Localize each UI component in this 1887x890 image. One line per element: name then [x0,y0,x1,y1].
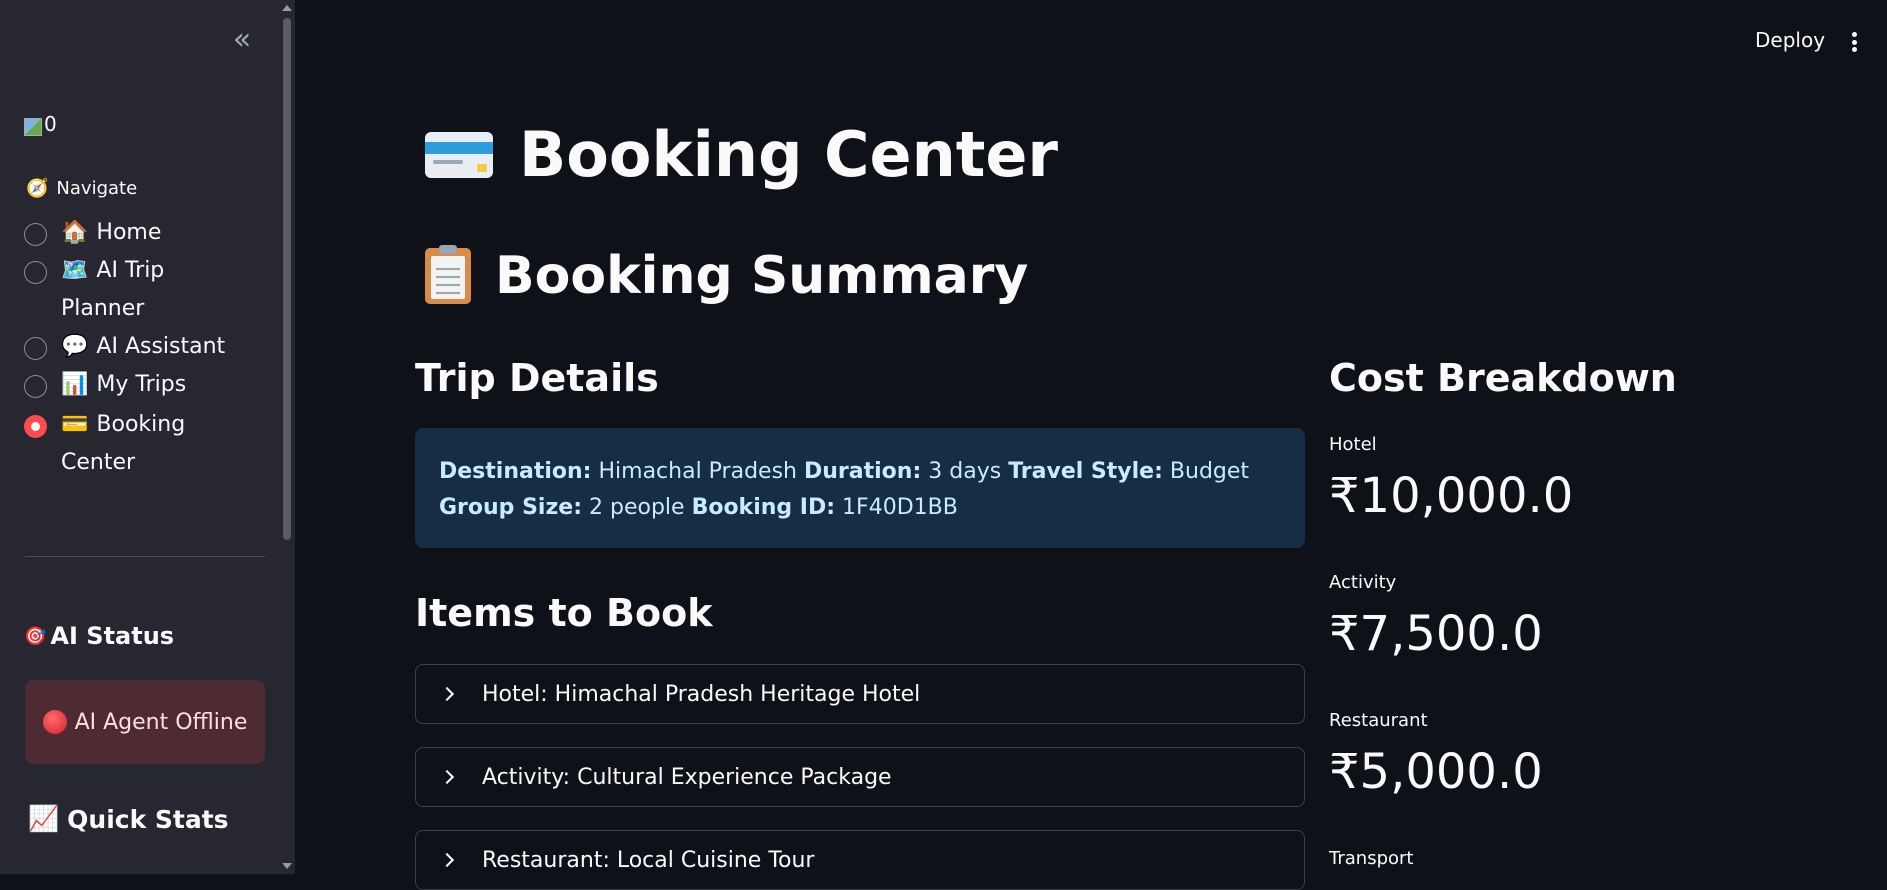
ai-offline-alert: AI Agent Offline [25,680,265,764]
quick-stats-heading: 📈 Quick Stats [28,804,229,834]
nav-item-label: Home [96,220,162,245]
nav-item-booking-center[interactable]: 💳 Booking Center [24,412,264,488]
trip-details-info-box: Destination: Himachal Pradesh Duration: … [415,428,1305,548]
metric-label-restaurant: Restaurant [1329,710,1428,731]
collapse-sidebar-icon[interactable]: « [228,25,256,56]
bar-chart-icon: 📊 [61,372,89,397]
items-to-book-heading: Items to Book [415,591,713,635]
scroll-down-arrow-icon[interactable] [282,863,292,869]
duration-label: Duration: [804,459,922,484]
chevron-right-icon [439,686,455,702]
booking-summary-heading: Booking Summary [425,245,1029,306]
kebab-menu-icon[interactable] [1848,28,1860,56]
metric-label-hotel: Hotel [1329,434,1377,455]
radio-button[interactable] [24,337,47,360]
nav-label: 🧭 Navigate [26,178,137,199]
expander-label: Restaurant: Local Cuisine Tour [482,847,815,873]
radio-button[interactable] [24,375,47,398]
deploy-button[interactable]: Deploy [1755,28,1825,52]
ai-status-title: AI Status [50,622,175,650]
group-size-value: 2 people [589,495,685,520]
group-size-label: Group Size: [439,495,582,520]
radio-button[interactable] [24,223,47,246]
travel-style-label: Travel Style: [1008,459,1163,484]
metric-label-activity: Activity [1329,572,1397,593]
speech-bubble-icon: 💬 [61,334,89,359]
page-title: Booking Center [425,118,1058,191]
radio-button[interactable] [24,261,47,284]
duration-value: 3 days [928,459,1002,484]
sidebar-divider [25,556,265,557]
red-circle-icon [42,710,67,734]
destination-value: Himachal Pradesh [598,459,797,484]
expander-hotel[interactable]: Hotel: Himachal Pradesh Heritage Hotel [415,664,1305,724]
destination-label: Destination: [439,459,592,484]
map-icon: 🗺️ [61,258,89,283]
expander-restaurant[interactable]: Restaurant: Local Cuisine Tour [415,830,1305,890]
booking-summary-text: Booking Summary [495,246,1029,306]
nav-radio-group: 🏠 Home 🗺️ AI Trip Planner 💬 AI Assistant 📊 M… [24,220,264,488]
scrollbar-thumb[interactable] [283,18,291,540]
clipboard-icon [425,245,471,304]
sidebar: « 0 🧭 Navigate 🏠 Home 🗺️ AI Trip Planner 💬… [0,0,295,874]
logo-image: 0 [24,112,57,136]
radio-button-selected[interactable] [24,415,47,438]
ai-offline-text: AI Agent Offline [74,709,248,735]
chart-up-icon: 📈 [28,804,60,833]
metric-value-activity: ₹7,500.0 [1329,606,1543,662]
expander-activity[interactable]: Activity: Cultural Experience Package [415,747,1305,807]
scroll-up-arrow-icon[interactable] [282,5,292,11]
logo-alt-text: 0 [44,112,57,136]
expander-label: Hotel: Himachal Pradesh Heritage Hotel [482,681,921,707]
compass-icon: 🧭 [26,178,49,199]
nav-item-label: My Trips [96,372,187,397]
page-title-text: Booking Center [519,118,1058,191]
credit-card-icon: 💳 [61,412,89,437]
metric-value-hotel: ₹10,000.0 [1329,468,1574,524]
chevron-right-icon [439,852,455,868]
cost-breakdown-heading: Cost Breakdown [1329,356,1677,400]
metric-value-restaurant: ₹5,000.0 [1329,744,1543,800]
trip-details-heading: Trip Details [415,356,659,400]
chevron-right-icon [439,769,455,785]
home-icon: 🏠 [61,220,89,245]
quick-stats-title: Quick Stats [67,804,229,834]
broken-image-icon [24,118,42,136]
target-icon: 🎯 [24,625,47,647]
expander-label: Activity: Cultural Experience Package [482,764,892,790]
booking-id-label: Booking ID: [691,495,836,520]
nav-label-text: Navigate [56,178,138,199]
credit-card-icon [425,131,493,178]
booking-id-value: 1F40D1BB [842,495,958,520]
nav-item-ai-trip-planner[interactable]: 🗺️ AI Trip Planner [24,258,264,334]
sidebar-scrollbar[interactable] [281,0,295,874]
travel-style-value: Budget [1169,459,1250,484]
metric-label-transport: Transport [1329,848,1414,869]
nav-item-label: AI Assistant [96,334,226,359]
ai-status-heading: 🎯 AI Status [24,622,174,650]
